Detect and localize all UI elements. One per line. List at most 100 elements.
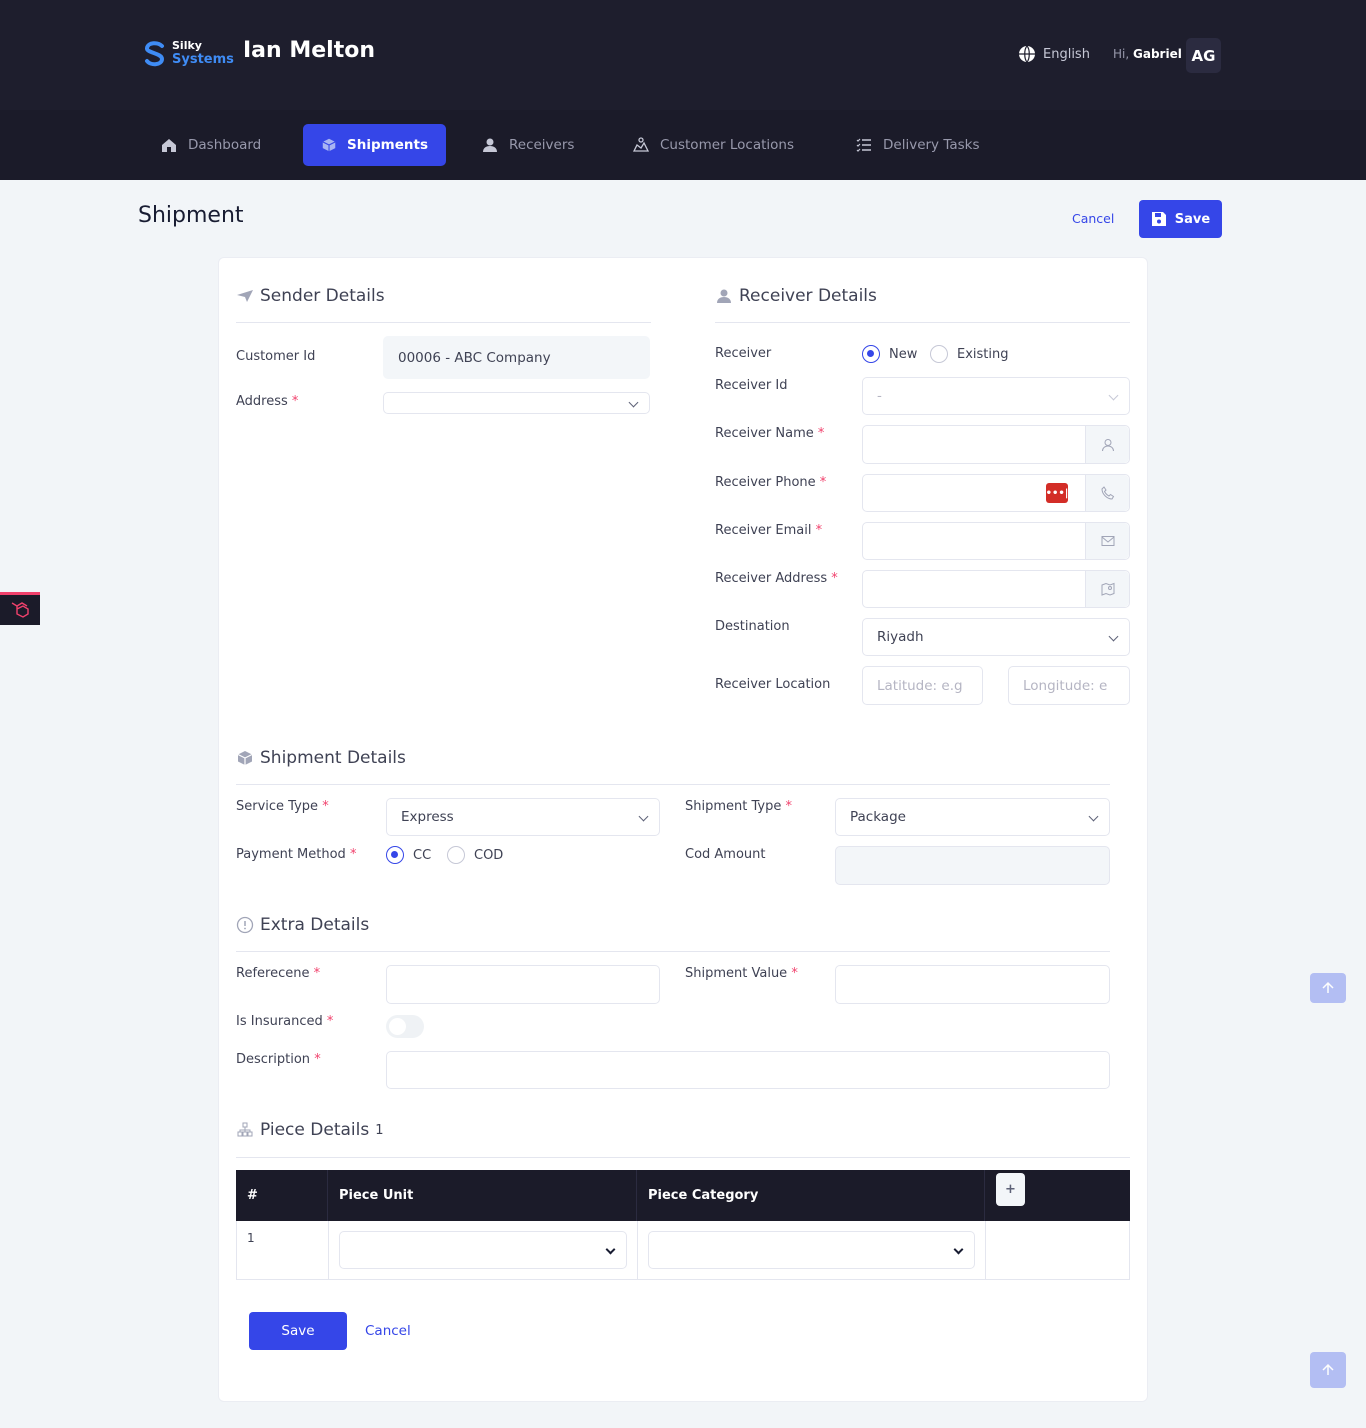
shipment-type-label: Shipment Type * [685,799,792,814]
sender-divider [236,322,651,323]
piece-count: 1 [375,1122,384,1138]
receiver-new-label: New [889,346,918,362]
customer-id-value: 00006 - ABC Company [398,349,551,366]
scroll-top-button-2[interactable] [1310,1352,1346,1388]
receiver-phone-input[interactable] [862,474,1130,512]
user-avatar[interactable]: AG [1186,38,1221,73]
payment-cod-label: COD [474,847,504,863]
nav-dashboard[interactable]: Dashboard [142,124,279,166]
nav-receivers[interactable]: Receivers [463,124,592,166]
required-mark: * [817,426,825,441]
payment-method-label-text: Payment Method [236,847,346,862]
receiver-email-label: Receiver Email * [715,523,822,538]
map-pin-icon [1101,582,1114,596]
receiver-existing-radio[interactable]: Existing [930,345,1009,363]
receiver-details-title: Receiver Details [739,286,877,306]
piece-divider [236,1157,1130,1158]
receiver-email-label-text: Receiver Email [715,523,812,538]
customer-id-field[interactable]: 00006 - ABC Company [383,336,650,379]
nav-delivery-tasks[interactable]: Delivery Tasks [837,124,998,166]
footer-cancel-link[interactable]: Cancel [365,1323,411,1339]
required-mark: * [831,571,838,586]
piece-unit-select[interactable] [339,1231,627,1269]
shipment-type-label-text: Shipment Type [685,799,782,814]
header-save-button[interactable]: Save [1139,200,1222,238]
receiver-phone-label-text: Receiver Phone [715,475,816,490]
required-mark: * [322,799,329,814]
address-label: Address * [236,394,298,409]
address-label-text: Address [236,394,288,409]
service-type-select[interactable]: Express [386,798,660,836]
receiver-email-addon [1085,523,1129,559]
app-title: Ian Melton [243,38,375,63]
box-icon [322,138,336,152]
user-name: Gabriel [1133,47,1182,61]
box-icon [237,751,253,765]
piece-details-heading: Piece Details 1 [236,1120,384,1140]
logo-text-line2: Systems [172,52,234,67]
receiver-details-heading: Receiver Details [715,286,877,306]
receiver-name-input[interactable] [862,425,1130,464]
payment-cc-radio[interactable]: CC [386,846,431,864]
shipment-value-input[interactable] [835,965,1110,1004]
reference-input[interactable] [386,965,660,1004]
greeting-text: Hi, [1113,47,1130,61]
sender-details-heading: Sender Details [236,286,385,306]
latitude-input[interactable]: Latitude: e.g [862,666,983,705]
language-switcher[interactable]: English [1018,45,1090,63]
receiver-new-radio[interactable]: New [862,345,917,363]
main-navigation: Dashboard Shipments Receivers Customer L… [0,110,1366,180]
header-cancel-link[interactable]: Cancel [1072,211,1114,226]
extra-details-title: Extra Details [260,915,370,935]
required-mark: * [791,966,798,981]
phone-icon [1100,486,1114,500]
destination-value: Riyadh [877,629,924,645]
nav-shipments[interactable]: Shipments [303,124,446,166]
shipment-value-label: Shipment Value * [685,966,798,981]
nav-shipments-label: Shipments [347,137,428,153]
payment-cc-label: CC [413,847,432,863]
person-icon [1101,438,1114,451]
receiver-address-label-text: Receiver Address [715,571,828,586]
logo-icon [145,41,165,67]
receiver-divider [715,322,1130,323]
payment-cod-radio[interactable]: COD [447,846,503,864]
password-manager-icon[interactable]: •••| [1046,483,1068,503]
service-type-value: Express [401,809,454,825]
description-label: Description * [236,1052,321,1067]
destination-label: Destination [715,619,790,634]
debugbar-toggle[interactable] [0,592,40,625]
map-icon [632,137,650,152]
insured-toggle[interactable] [386,1015,424,1038]
address-select[interactable] [383,392,650,414]
globe-icon [1019,45,1035,63]
table-row: 1 [236,1221,1130,1280]
add-piece-button[interactable]: + [996,1173,1025,1206]
required-mark: * [313,966,321,981]
nav-customer-locations[interactable]: Customer Locations [614,124,812,166]
receiver-existing-label: Existing [957,346,1009,362]
header-save-label: Save [1174,211,1211,227]
radio-checked-icon [386,846,404,864]
receiver-email-input[interactable] [862,522,1130,560]
longitude-input[interactable]: Longitude: e [1008,666,1130,705]
shipment-type-select[interactable]: Package [835,798,1110,836]
required-mark: * [314,1052,321,1067]
footer-save-button[interactable]: Save [249,1312,347,1350]
piece-category-select[interactable] [648,1231,975,1269]
destination-select[interactable]: Riyadh [862,618,1130,656]
receiver-type-label: Receiver [715,346,772,361]
column-header-index: # [236,1170,328,1221]
row-index: 1 [237,1221,329,1279]
brand-logo[interactable]: Silky Systems [140,36,234,76]
chevron-down-icon [605,1244,616,1255]
radio-checked-icon [862,345,880,363]
nav-receivers-label: Receivers [509,137,575,153]
scroll-top-button[interactable] [1310,973,1346,1003]
receiver-id-select[interactable]: - [862,377,1130,415]
receiver-address-input[interactable] [862,570,1130,608]
insured-label: Is Insuranced * [236,1014,333,1029]
floppy-disk-icon [1151,212,1166,226]
description-input[interactable] [386,1051,1110,1089]
cod-amount-input[interactable] [835,846,1110,885]
